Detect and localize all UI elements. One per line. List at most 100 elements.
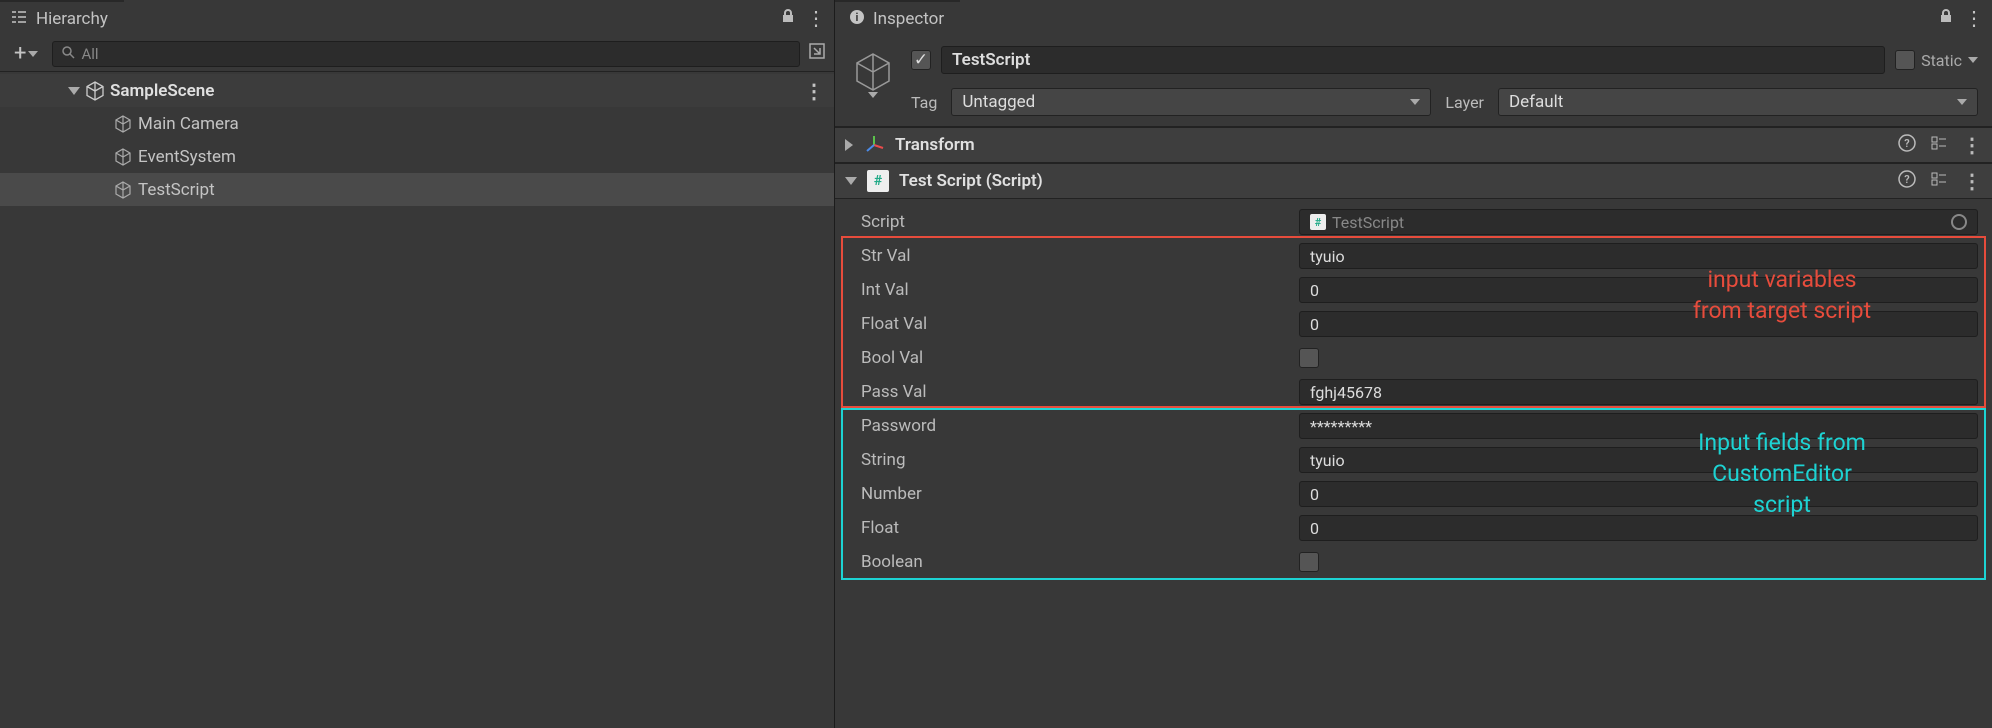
expand-icon[interactable] xyxy=(808,42,826,65)
text-input[interactable]: tyuio xyxy=(1299,243,1978,269)
property-row: Int Val 0 xyxy=(849,273,1978,307)
gameobject-icon xyxy=(112,113,134,135)
bool-checkbox[interactable] xyxy=(1299,552,1319,572)
gameobject-large-icon[interactable] xyxy=(845,46,901,102)
text-input[interactable]: 0 xyxy=(1299,515,1978,541)
property-value: ********* xyxy=(1310,417,1372,436)
inspector-panel: i Inspector ⋮ ✓ TestScript Stat xyxy=(835,0,1992,728)
script-reference-value: TestScript xyxy=(1332,213,1404,232)
chevron-down-icon xyxy=(1410,99,1420,105)
preset-icon[interactable] xyxy=(1930,134,1948,157)
property-value: 0 xyxy=(1310,519,1319,538)
layer-dropdown[interactable]: Default xyxy=(1498,88,1978,116)
text-input[interactable]: 0 xyxy=(1299,277,1978,303)
unity-icon xyxy=(84,80,106,102)
lock-icon[interactable] xyxy=(1938,8,1954,29)
kebab-icon[interactable]: ⋮ xyxy=(1962,169,1982,193)
csharp-script-icon: # xyxy=(1310,214,1326,230)
property-value: 0 xyxy=(1310,281,1319,300)
transform-header[interactable]: Transform ? ⋮ xyxy=(835,127,1992,163)
hierarchy-item-label: TestScript xyxy=(138,180,215,200)
search-placeholder: All xyxy=(81,45,98,63)
kebab-icon[interactable]: ⋮ xyxy=(1962,133,1982,157)
hierarchy-item-label: EventSystem xyxy=(138,147,236,167)
static-checkbox[interactable] xyxy=(1895,50,1915,70)
hierarchy-toolbar: + All xyxy=(0,36,834,72)
property-label: Bool Val xyxy=(849,348,1289,368)
preset-icon[interactable] xyxy=(1930,170,1948,193)
lock-icon[interactable] xyxy=(780,8,796,29)
foldout-icon[interactable] xyxy=(68,87,80,95)
chevron-down-icon xyxy=(28,51,38,57)
property-row: Number 0 xyxy=(849,477,1978,511)
transform-icon xyxy=(863,134,885,156)
object-picker-icon[interactable] xyxy=(1951,214,1967,230)
property-row: Str Val tyuio xyxy=(849,239,1978,273)
hierarchy-item[interactable]: Main Camera xyxy=(0,107,834,140)
script-component-header[interactable]: # Test Script (Script) ? ⋮ xyxy=(835,163,1992,199)
inspector-tab-label: Inspector xyxy=(873,9,944,29)
script-component-title: Test Script (Script) xyxy=(899,171,1043,191)
chevron-down-icon xyxy=(1957,99,1967,105)
add-button[interactable]: + xyxy=(8,41,44,67)
hierarchy-tab[interactable]: Hierarchy xyxy=(0,2,124,36)
gameobject-icon xyxy=(112,179,134,201)
layer-label: Layer xyxy=(1445,93,1484,112)
hierarchy-tree: SampleScene ⋮ Main Camera EventSystem Te… xyxy=(0,72,834,728)
chevron-down-icon xyxy=(1968,57,1978,63)
text-input[interactable]: fghj45678 xyxy=(1299,379,1978,405)
property-label: Number xyxy=(849,484,1289,504)
chevron-down-icon xyxy=(868,92,878,98)
property-value: 0 xyxy=(1310,315,1319,334)
search-icon xyxy=(61,45,75,63)
bool-checkbox[interactable] xyxy=(1299,348,1319,368)
inspector-tab[interactable]: i Inspector xyxy=(835,2,960,36)
hierarchy-item-label: Main Camera xyxy=(138,114,239,134)
search-input[interactable]: All xyxy=(52,41,800,67)
property-label: Boolean xyxy=(849,552,1289,572)
foldout-icon[interactable] xyxy=(845,177,857,185)
text-input[interactable]: 0 xyxy=(1299,311,1978,337)
hierarchy-item[interactable]: EventSystem xyxy=(0,140,834,173)
scene-name: SampleScene xyxy=(110,81,214,101)
property-label: Float Val xyxy=(849,314,1289,334)
inspector-tab-bar: i Inspector ⋮ xyxy=(835,0,1992,36)
gameobject-name-field[interactable]: TestScript xyxy=(941,46,1885,74)
static-toggle[interactable]: Static xyxy=(1895,50,1978,70)
text-input[interactable]: tyuio xyxy=(1299,447,1978,473)
property-row: Script # TestScript xyxy=(849,205,1978,239)
foldout-icon[interactable] xyxy=(845,139,853,151)
kebab-icon[interactable]: ⋮ xyxy=(804,79,824,103)
scene-row[interactable]: SampleScene ⋮ xyxy=(0,74,834,107)
password-input[interactable]: ********* xyxy=(1299,413,1978,439)
property-label: Pass Val xyxy=(849,382,1289,402)
property-value: tyuio xyxy=(1310,247,1345,266)
property-label: String xyxy=(849,450,1289,470)
hierarchy-item[interactable]: TestScript xyxy=(0,173,834,206)
enabled-checkbox[interactable]: ✓ xyxy=(911,50,931,70)
property-label: Str Val xyxy=(849,246,1289,266)
property-row: Float Val 0 xyxy=(849,307,1978,341)
tag-dropdown[interactable]: Untagged xyxy=(951,88,1431,116)
svg-text:?: ? xyxy=(1904,137,1909,150)
property-label: Int Val xyxy=(849,280,1289,300)
property-value: tyuio xyxy=(1310,451,1345,470)
text-input[interactable]: 0 xyxy=(1299,481,1978,507)
static-label: Static xyxy=(1921,51,1962,70)
property-label: Script xyxy=(849,212,1289,232)
tag-label: Tag xyxy=(911,93,937,112)
svg-text:i: i xyxy=(856,11,859,24)
script-component-body: Script # TestScript Str Val tyuio Int Va… xyxy=(835,199,1992,583)
property-row: Float 0 xyxy=(849,511,1978,545)
help-icon[interactable]: ? xyxy=(1898,170,1916,193)
kebab-icon[interactable]: ⋮ xyxy=(1964,6,1984,30)
info-icon: i xyxy=(849,9,865,30)
help-icon[interactable]: ? xyxy=(1898,134,1916,157)
property-row: String tyuio xyxy=(849,443,1978,477)
hierarchy-tab-label: Hierarchy xyxy=(36,9,108,29)
csharp-script-icon: # xyxy=(867,170,889,192)
property-value: 0 xyxy=(1310,485,1319,504)
property-row: Password ********* xyxy=(849,409,1978,443)
kebab-icon[interactable]: ⋮ xyxy=(806,6,826,30)
script-reference-field[interactable]: # TestScript xyxy=(1299,209,1978,235)
